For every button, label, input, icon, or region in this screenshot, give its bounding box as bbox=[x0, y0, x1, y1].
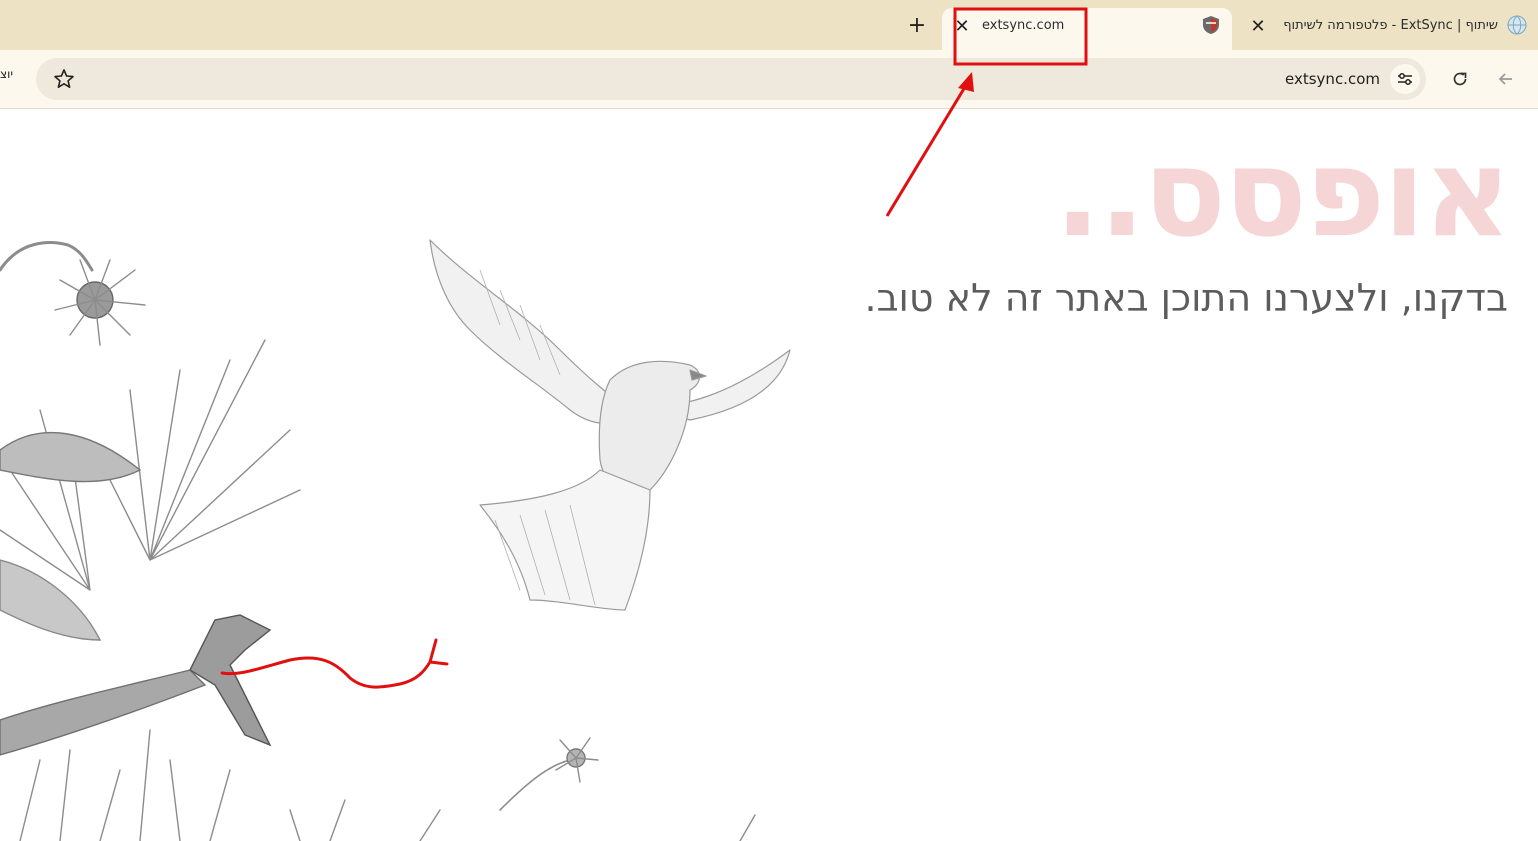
extension-icon[interactable]: יוצ bbox=[0, 70, 14, 88]
back-button[interactable] bbox=[1493, 66, 1519, 92]
browser-toolbar: יוצ extsync.com bbox=[0, 50, 1538, 109]
tune-icon bbox=[1398, 73, 1412, 85]
sketch-illustration bbox=[0, 239, 791, 841]
new-tab-button[interactable]: + bbox=[904, 12, 930, 38]
tab-extsync-sharing[interactable]: ✕ שיתוף | ExtSync - פלטפורמה לשיתוף bbox=[1236, 8, 1538, 50]
back-arrow-icon bbox=[1498, 73, 1512, 85]
close-icon: ✕ bbox=[1250, 16, 1266, 37]
tab-close-button[interactable]: ✕ bbox=[1246, 15, 1270, 39]
shield-favicon-icon bbox=[1203, 16, 1219, 34]
tab-strip: + ✕ extsync.com ✕ שיתוף | ExtSync - פלטפ… bbox=[0, 0, 1538, 50]
plus-icon: + bbox=[907, 12, 927, 38]
tab-close-button[interactable]: ✕ bbox=[950, 15, 974, 39]
page-heading: אופסס.. bbox=[1054, 122, 1512, 264]
reload-button[interactable] bbox=[1447, 66, 1473, 92]
tab-title: extsync.com bbox=[982, 18, 1065, 33]
globe-favicon-icon bbox=[1507, 15, 1527, 35]
close-icon: ✕ bbox=[954, 16, 970, 37]
reload-icon bbox=[1453, 72, 1467, 86]
site-info-button[interactable] bbox=[1390, 64, 1420, 94]
page-message: בדקנו, ולצערנו התוכן באתר זה לא טוב. bbox=[864, 276, 1508, 320]
address-bar[interactable]: extsync.com bbox=[36, 58, 1426, 100]
star-icon[interactable] bbox=[52, 67, 76, 91]
tab-title: שיתוף | ExtSync - פלטפורמה לשיתוף bbox=[1283, 18, 1498, 33]
tab-extsync[interactable]: ✕ extsync.com bbox=[942, 8, 1232, 50]
url-text[interactable]: extsync.com bbox=[1285, 70, 1380, 88]
